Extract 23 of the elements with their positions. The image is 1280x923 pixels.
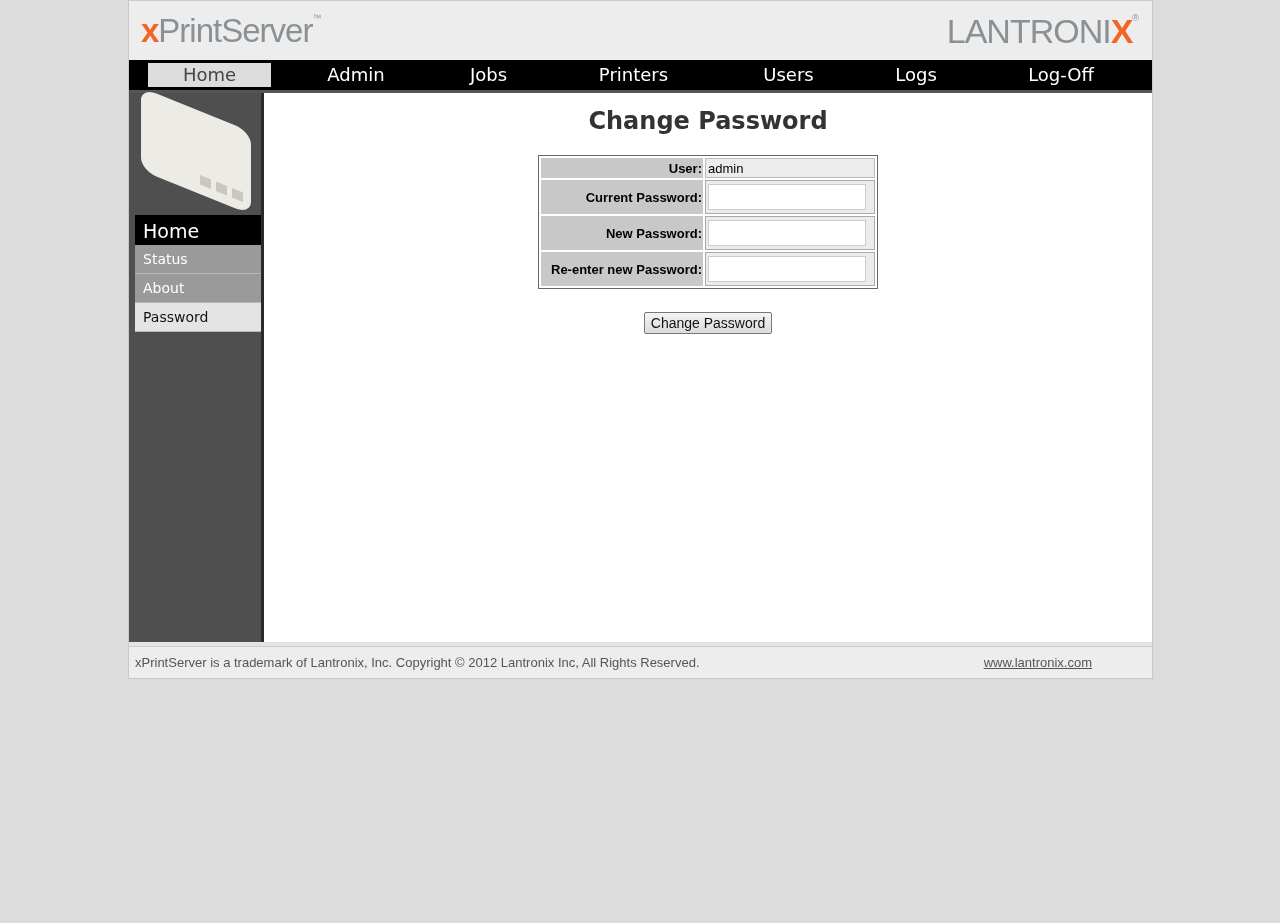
brand-logo: LANTRONIX$^{®}$ (946, 13, 1138, 48)
password-field[interactable] (708, 220, 866, 246)
change-password-button[interactable]: Change Password (643, 312, 773, 334)
nav-tab[interactable]: Printers (536, 63, 731, 87)
user-value: admin (705, 158, 875, 178)
field-label: User: (541, 158, 703, 178)
nav-tab[interactable]: Home (148, 63, 271, 87)
nav-tab[interactable]: Jobs (441, 63, 536, 87)
product-logo: xPrintServer$^{™}$ (141, 14, 321, 47)
nav-tab[interactable]: Log-Off (986, 63, 1136, 87)
field-label: Current Password: (541, 180, 703, 214)
page-title: Change Password (588, 107, 828, 135)
password-field[interactable] (708, 256, 866, 282)
sidebar-item[interactable]: Password (135, 303, 261, 332)
website-link[interactable]: www.lantronix.com (983, 655, 1092, 670)
copyright-text: xPrintServer is a trademark of Lantronix, Inc. Copyright © 2012 Lantronix Inc, All Rights Reserved. (135, 655, 700, 670)
nav-tab[interactable]: Logs (846, 63, 986, 87)
nav-tab[interactable]: Users (731, 63, 846, 87)
password-field[interactable] (708, 184, 866, 210)
sidebar-heading: Home (135, 215, 261, 245)
field-label: New Password: (541, 216, 703, 250)
field-label: Re-enter new Password: (541, 252, 703, 286)
nav-tab[interactable]: Admin (271, 63, 441, 87)
